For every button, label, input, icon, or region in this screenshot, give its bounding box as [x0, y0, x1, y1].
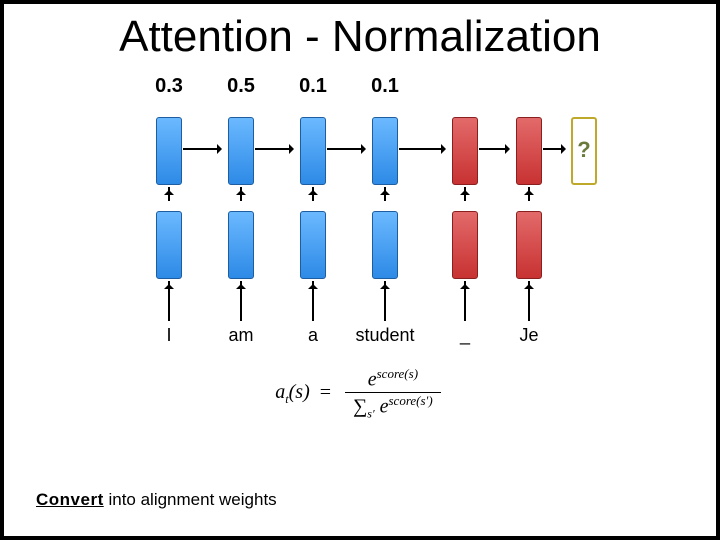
caption: Convert into alignment weights: [36, 490, 277, 510]
arrow-icon: [399, 147, 451, 151]
token-label: a: [283, 325, 343, 346]
weight-value: 0.1: [355, 75, 415, 98]
encoder-block-icon: [156, 117, 182, 185]
decoder-block-icon: [452, 117, 478, 185]
arrow-icon: [527, 187, 531, 205]
weight-value: 0.3: [139, 75, 199, 98]
attention-diagram: 0.3 I 0.5 am 0.1 a 0.1: [139, 79, 589, 354]
arrow-icon: [463, 281, 467, 325]
weight-value: 0.1: [283, 75, 343, 98]
slide-title: Attention - Normalization: [4, 12, 716, 62]
decoder-block-icon: [452, 211, 478, 279]
decoder-block-icon: [516, 117, 542, 185]
token-label: am: [211, 325, 271, 346]
encoder-block-icon: [300, 117, 326, 185]
token-label: I: [139, 325, 199, 346]
token-label: _: [435, 325, 495, 346]
weight-value: 0.5: [211, 75, 271, 98]
caption-emphasis: Convert: [36, 490, 104, 509]
token-label: Je: [499, 325, 559, 346]
encoder-block-icon: [156, 211, 182, 279]
arrow-icon: [383, 187, 387, 205]
arrow-icon: [167, 281, 171, 325]
arrow-icon: [183, 147, 227, 151]
arrow-icon: [527, 281, 531, 325]
caption-text: into alignment weights: [104, 490, 277, 509]
arrow-icon: [239, 187, 243, 205]
arrow-icon: [311, 281, 315, 325]
question-mark: ?: [554, 137, 614, 163]
arrow-icon: [383, 281, 387, 325]
encoder-block-icon: [372, 117, 398, 185]
arrow-icon: [479, 147, 515, 151]
arrow-icon: [327, 147, 371, 151]
arrow-icon: [167, 187, 171, 205]
arrow-icon: [255, 147, 299, 151]
encoder-block-icon: [228, 117, 254, 185]
arrow-icon: [463, 187, 467, 205]
arrow-icon: [311, 187, 315, 205]
arrow-icon: [239, 281, 243, 325]
encoder-block-icon: [228, 211, 254, 279]
decoder-block-icon: [516, 211, 542, 279]
token-label: student: [355, 325, 415, 346]
encoder-block-icon: [300, 211, 326, 279]
softmax-formula: at(s) = escore(s) ∑s′ escore(s′): [4, 366, 716, 421]
encoder-block-icon: [372, 211, 398, 279]
